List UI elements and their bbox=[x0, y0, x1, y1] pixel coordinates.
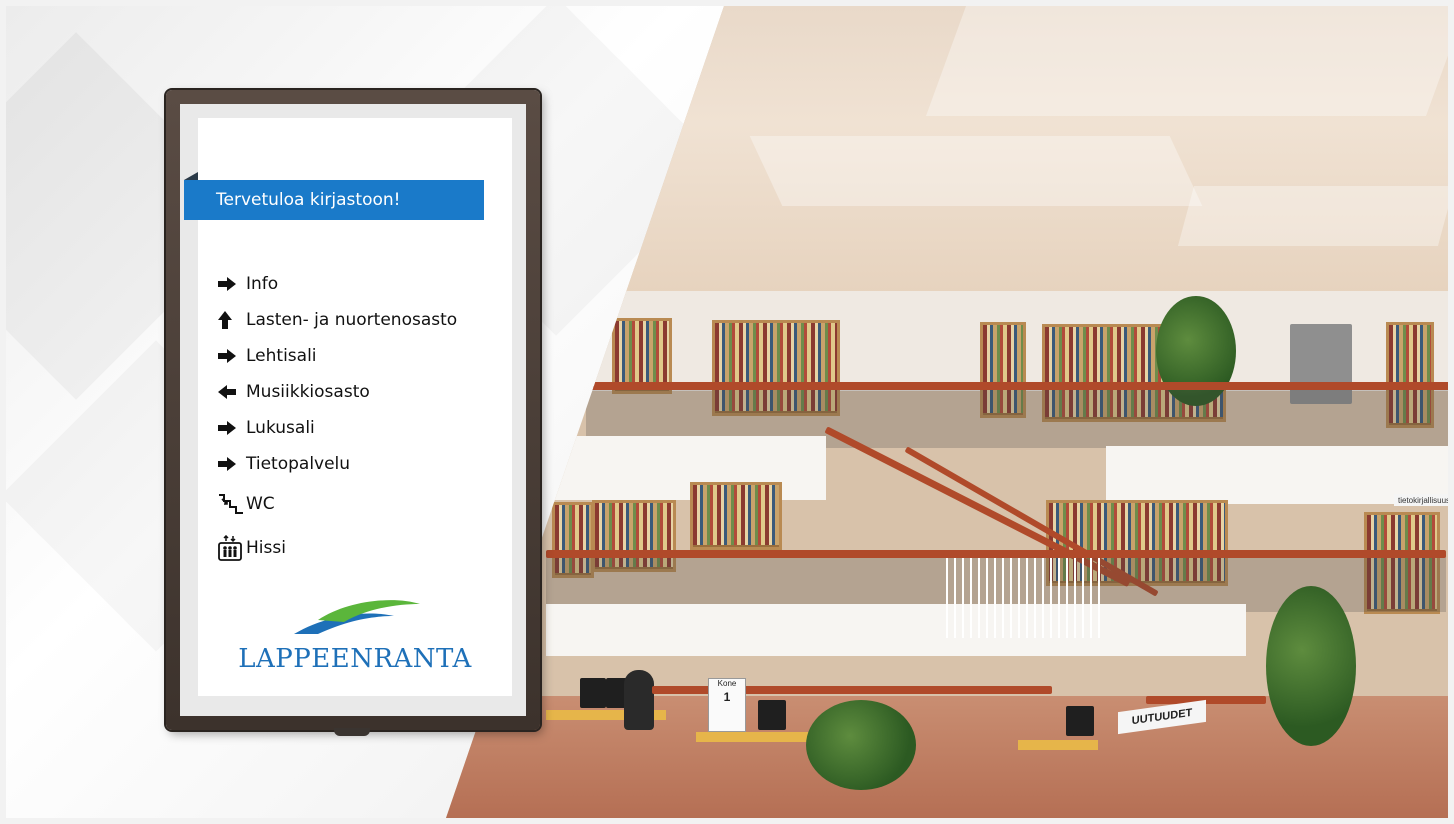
display-stand-knob bbox=[334, 728, 370, 736]
direction-label: Lehtisali bbox=[246, 346, 317, 366]
logo-text: LAPPEENRANTA bbox=[238, 644, 472, 674]
arrow-up-icon bbox=[218, 311, 246, 329]
direction-label: Musiikkiosasto bbox=[246, 382, 370, 402]
middle-rail bbox=[546, 550, 1446, 558]
plant bbox=[1266, 586, 1356, 746]
chandelier bbox=[946, 558, 1106, 638]
direction-item-hissi: Hissi bbox=[218, 526, 508, 570]
upper-rail bbox=[586, 382, 1448, 390]
direction-label: Lukusali bbox=[246, 418, 315, 438]
screen-bezel: Tervetuloa kirjastoon! Info Lasten- ja n… bbox=[180, 104, 526, 716]
direction-item-info: Info bbox=[218, 266, 508, 302]
upper-balcony-edge bbox=[546, 436, 826, 500]
bookshelf bbox=[690, 482, 782, 550]
direction-item-musiikki: Musiikkiosasto bbox=[218, 374, 508, 410]
elevator-icon bbox=[218, 535, 246, 561]
desk bbox=[1018, 740, 1098, 750]
kone-label: Kone bbox=[717, 679, 737, 688]
arrow-right-icon bbox=[218, 349, 246, 363]
direction-list: Info Lasten- ja nuortenosasto Lehtisali bbox=[218, 266, 508, 570]
kone-sign: Kone 1 bbox=[708, 678, 746, 732]
direction-label: Lasten- ja nuortenosasto bbox=[246, 310, 458, 330]
direction-item-tietopalvelu: Tietopalvelu bbox=[218, 446, 508, 482]
ground-rail bbox=[1146, 696, 1266, 704]
desk bbox=[696, 732, 816, 742]
welcome-banner: Tervetuloa kirjastoon! bbox=[184, 172, 484, 220]
arrow-right-icon bbox=[218, 457, 246, 471]
arrow-right-icon bbox=[218, 421, 246, 435]
direction-item-wc: WC bbox=[218, 482, 508, 526]
logo-wave-icon bbox=[294, 600, 420, 634]
plant bbox=[806, 700, 916, 790]
direction-item-lasten: Lasten- ja nuortenosasto bbox=[218, 302, 508, 338]
direction-label: Tietopalvelu bbox=[246, 454, 351, 474]
tietokirjallisuus-sign: tietokirjallisuus bbox=[1394, 494, 1448, 506]
signage-display: Tervetuloa kirjastoon! Info Lasten- ja n… bbox=[166, 90, 540, 736]
computer-monitor bbox=[758, 700, 786, 730]
computer-monitor bbox=[580, 678, 606, 708]
person bbox=[624, 670, 654, 730]
middle-balcony-edge bbox=[546, 604, 1246, 656]
signage-screen: Tervetuloa kirjastoon! Info Lasten- ja n… bbox=[184, 118, 512, 696]
ceiling-panel bbox=[749, 136, 1203, 206]
arrow-right-icon bbox=[218, 277, 246, 291]
direction-item-lukusali: Lukusali bbox=[218, 410, 508, 446]
stairs-down-icon bbox=[218, 493, 246, 515]
slide-canvas: Kone 1 UUTUUDET tietokirjallisuus Tervet… bbox=[6, 6, 1448, 818]
arrow-left-icon bbox=[218, 385, 246, 399]
direction-label: WC bbox=[246, 494, 275, 514]
direction-label: Info bbox=[246, 274, 279, 294]
ceiling-panel bbox=[925, 6, 1448, 116]
ceiling-panel bbox=[1177, 186, 1448, 246]
direction-label: Hissi bbox=[246, 538, 286, 558]
lappeenranta-logo: LAPPEENRANTA bbox=[198, 594, 512, 684]
direction-item-lehtisali: Lehtisali bbox=[218, 338, 508, 374]
kone-number: 1 bbox=[723, 690, 731, 704]
computer-monitor bbox=[1066, 706, 1094, 736]
